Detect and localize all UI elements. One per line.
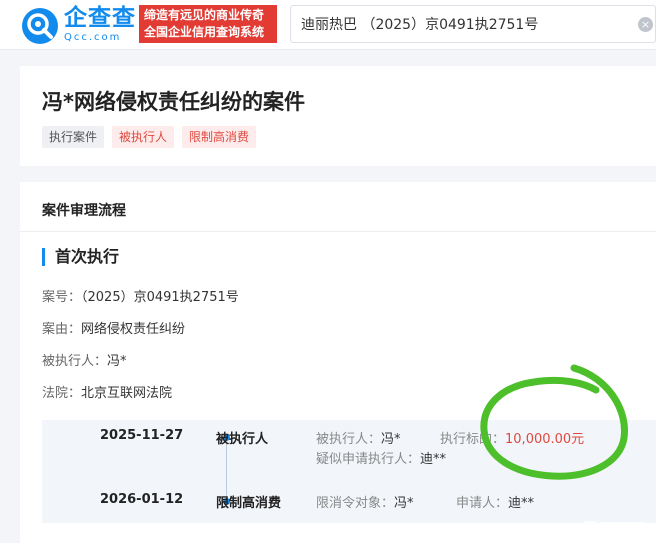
detail-label: 限消令对象： xyxy=(316,496,395,511)
court-value[interactable]: 北京互联网法院 xyxy=(81,386,172,401)
search-input[interactable] xyxy=(301,14,631,34)
case-title-card: 冯*网络侵权责任纠纷的案件 执行案件 被执行人 限制高消费 xyxy=(20,66,656,166)
timeline-detail-executed: 被执行人：冯* xyxy=(316,428,401,447)
brand[interactable]: 企查查 Qcc.com xyxy=(64,4,136,44)
clear-icon[interactable]: × xyxy=(638,17,653,32)
case-cause-label: 案由： xyxy=(42,322,82,337)
detail-value[interactable]: 冯* xyxy=(381,432,401,447)
timeline-date: 2025-11-27 xyxy=(100,428,184,443)
tag-consumption-restriction[interactable]: 限制高消费 xyxy=(182,126,257,148)
timeline-event: 被执行人 xyxy=(216,432,269,447)
brand-name: 企查查 xyxy=(64,5,136,31)
section-header: 案件审理流程 xyxy=(20,182,656,232)
case-number-row: 案号：（2025）京0491执2751号 xyxy=(42,286,239,305)
detail-value[interactable]: 迪** xyxy=(508,496,534,511)
case-number-value: （2025）京0491执2751号 xyxy=(81,290,239,305)
detail-label: 被执行人： xyxy=(316,432,382,447)
court-label: 法院： xyxy=(42,386,82,401)
tag-executed-person[interactable]: 被执行人 xyxy=(112,126,175,148)
page-title: 冯*网络侵权责任纠纷的案件 xyxy=(42,90,305,114)
case-cause-row: 案由：网络侵权责任纠纷 xyxy=(42,318,185,337)
executed-person-row: 被执行人：冯* xyxy=(42,350,127,369)
hand-drawn-circle-annotation xyxy=(480,364,628,480)
court-row: 法院：北京互联网法院 xyxy=(42,382,172,401)
watermark xyxy=(584,521,646,533)
qcc-logo-icon[interactable] xyxy=(22,8,58,44)
executed-person-value[interactable]: 冯* xyxy=(107,354,127,369)
timeline-date: 2026-01-12 xyxy=(100,492,184,507)
brand-domain: Qcc.com xyxy=(64,32,122,43)
executed-person-label: 被执行人： xyxy=(42,354,108,369)
case-cause-value: 网络侵权责任纠纷 xyxy=(81,322,186,337)
timeline-line xyxy=(226,438,227,500)
tag-execution-case[interactable]: 执行案件 xyxy=(42,126,105,148)
case-number-label: 案号： xyxy=(42,290,82,305)
detail-label: 申请人： xyxy=(456,496,509,511)
detail-value[interactable]: 迪** xyxy=(420,452,446,467)
timeline-detail-restricted: 限消令对象：冯* xyxy=(316,492,414,511)
timeline-detail-applicant: 疑似申请执行人：迪** xyxy=(316,448,446,467)
stage-title: 首次执行 xyxy=(42,248,119,266)
detail-value[interactable]: 冯* xyxy=(394,496,414,511)
case-tags: 执行案件 被执行人 限制高消费 xyxy=(42,126,257,148)
timeline-event: 限制高消费 xyxy=(216,496,282,511)
slogan-banner: 缔造有远见的商业传奇 全国企业信用查询系统 xyxy=(139,5,277,43)
slogan-line-2: 全国企业信用查询系统 xyxy=(144,25,265,39)
detail-label: 疑似申请执行人： xyxy=(316,452,421,467)
search-box[interactable]: × xyxy=(290,5,656,43)
site-header: 企查查 Qcc.com 缔造有远见的商业传奇 全国企业信用查询系统 × xyxy=(0,0,656,50)
timeline-detail-applicant: 申请人：迪** xyxy=(456,492,534,511)
section-title: 案件审理流程 xyxy=(42,203,126,219)
slogan-line-1: 缔造有远见的商业传奇 xyxy=(144,8,265,22)
